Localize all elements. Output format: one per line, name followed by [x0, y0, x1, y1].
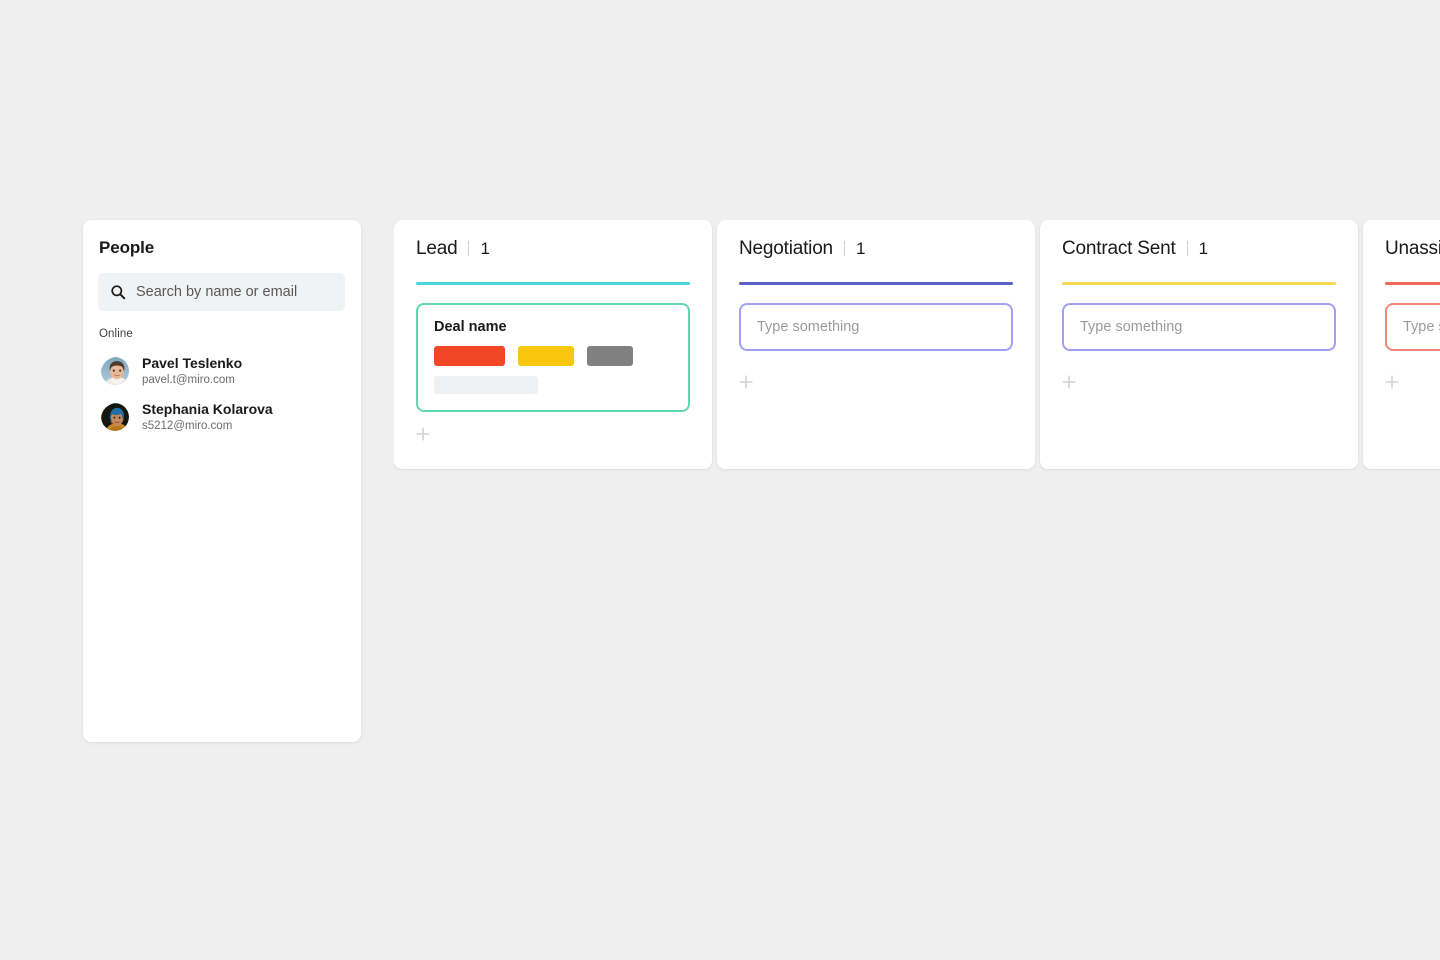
kanban-column: Contract Sent 1 [1040, 220, 1358, 469]
list-item-meta: Stephania Kolarova s5212@miro.com [142, 401, 273, 433]
column-count: 1 [855, 239, 866, 258]
plus-icon [1385, 375, 1399, 389]
deal-card[interactable]: Deal name [416, 303, 690, 412]
people-search-field[interactable] [98, 273, 345, 311]
column-separator [1186, 241, 1188, 256]
app-canvas: People Online [0, 0, 1440, 960]
column-count: 1 [1198, 239, 1209, 258]
column-header: Lead 1 [416, 238, 490, 260]
column-separator [468, 241, 470, 256]
add-card-button[interactable] [1383, 373, 1401, 391]
column-title[interactable]: Unassigned [1385, 238, 1440, 260]
column-header: Negotiation 1 [739, 238, 865, 260]
search-icon [110, 284, 126, 300]
kanban-column: Unassigned [1363, 220, 1440, 469]
add-card-button[interactable] [414, 425, 432, 443]
people-panel-title: People [99, 238, 155, 257]
avatar [99, 401, 131, 433]
list-item[interactable]: Stephania Kolarova s5212@miro.com [83, 394, 361, 440]
person-email: pavel.t@miro.com [142, 374, 235, 386]
card-slot [1062, 303, 1336, 351]
online-section-label: Online [99, 328, 133, 340]
person-email: s5212@miro.com [142, 420, 233, 432]
person-name: Pavel Teslenko [142, 355, 243, 371]
column-count: 1 [480, 239, 490, 258]
column-accent-rule [739, 282, 1013, 285]
new-card-input-wrapper[interactable] [739, 303, 1013, 351]
people-list: Pavel Teslenko pavel.t@miro.com Stephani… [83, 348, 361, 440]
add-card-button[interactable] [737, 373, 755, 391]
column-accent-rule [416, 282, 690, 285]
presence-ring [101, 357, 129, 385]
new-card-input-wrapper[interactable] [1062, 303, 1336, 351]
list-item[interactable]: Pavel Teslenko pavel.t@miro.com [83, 348, 361, 394]
tag-chip[interactable] [434, 346, 505, 366]
presence-ring [101, 403, 129, 431]
column-accent-rule [1062, 282, 1336, 285]
new-card-input[interactable] [1403, 319, 1440, 335]
column-separator [843, 241, 845, 256]
column-title[interactable]: Lead [416, 238, 458, 260]
column-accent-rule [1385, 282, 1440, 285]
placeholder-bar [434, 376, 538, 394]
column-header: Contract Sent 1 [1062, 238, 1208, 260]
search-input[interactable] [136, 284, 333, 300]
card-slot [739, 303, 1013, 351]
plus-icon [1062, 375, 1076, 389]
deal-card-title: Deal name [434, 319, 507, 335]
plus-icon [416, 427, 430, 441]
column-title[interactable]: Contract Sent [1062, 238, 1176, 260]
plus-icon [739, 375, 753, 389]
avatar [99, 355, 131, 387]
new-card-input[interactable] [1080, 319, 1318, 335]
tag-chip[interactable] [518, 346, 574, 366]
tag-row [434, 346, 672, 366]
card-slot: Deal name [416, 303, 690, 412]
kanban-column: Negotiation 1 [717, 220, 1035, 469]
column-header: Unassigned [1385, 238, 1440, 260]
add-card-button[interactable] [1060, 373, 1078, 391]
person-name: Stephania Kolarova [142, 401, 273, 417]
tag-chip[interactable] [587, 346, 633, 366]
new-card-input-wrapper[interactable] [1385, 303, 1440, 351]
kanban-board: Lead 1 Deal name Negotiation 1 Contract Sent 1… [394, 220, 1440, 480]
kanban-column: Lead 1 Deal name [394, 220, 712, 469]
people-panel: People Online [83, 220, 361, 742]
list-item-meta: Pavel Teslenko pavel.t@miro.com [142, 355, 242, 387]
card-slot [1385, 303, 1440, 351]
column-title[interactable]: Negotiation [739, 238, 833, 260]
new-card-input[interactable] [757, 319, 995, 335]
